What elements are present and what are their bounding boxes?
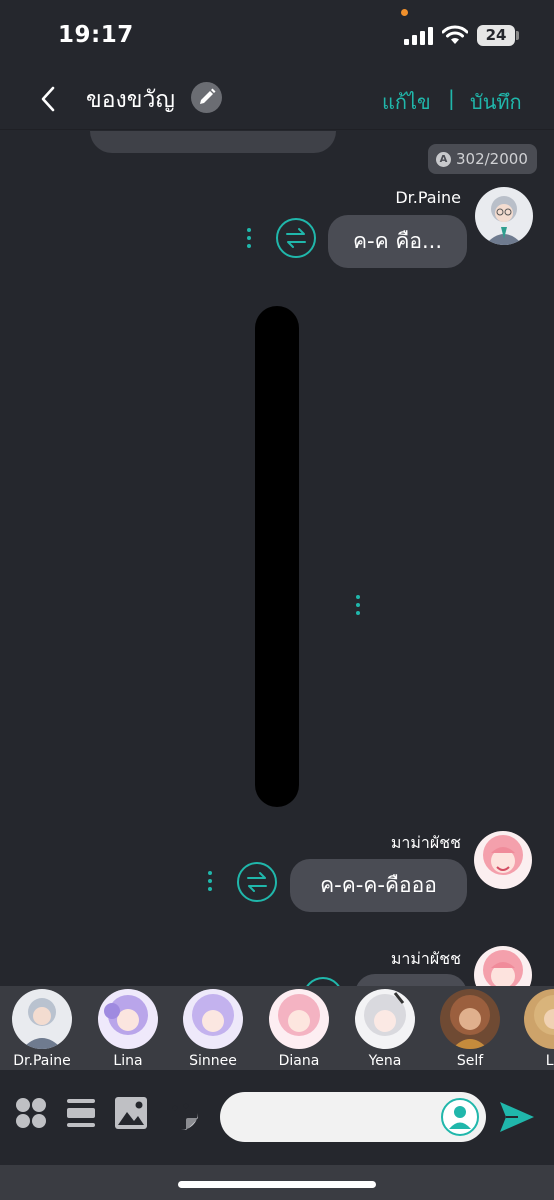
character-avatar [524,989,554,1049]
character-name: Dr.Paine [13,1053,71,1069]
status-time: 19:17 [58,22,134,48]
cellular-signal-icon [404,27,434,45]
message-more-icon[interactable] [244,228,254,252]
character-avatar [98,989,158,1049]
home-indicator[interactable] [178,1181,376,1188]
avatar-dr-paine[interactable] [475,187,533,245]
message-bubble[interactable] [355,974,467,986]
character-avatar [355,989,415,1049]
character-avatar [183,989,243,1049]
privacy-indicator-dot [401,9,408,16]
edit-title-pencil-icon[interactable] [191,82,222,113]
narration-lines-icon[interactable] [64,1096,98,1130]
save-button[interactable]: บันทึก [470,86,522,118]
avatar-mama-phatch[interactable] [474,946,532,986]
character-yena[interactable]: Yena [353,989,417,1069]
character-name: Lina [113,1053,143,1069]
character-name: Diana [278,1053,320,1069]
character-name: Yena [368,1053,402,1069]
message-sender-name: มาม่าผัชช [390,833,461,852]
message-more-icon[interactable] [353,595,363,619]
character-counter-badge: A 302/2000 [428,144,537,174]
persona-avatar-icon[interactable] [441,1098,479,1136]
character-dr-paine[interactable]: Dr.Paine [10,989,74,1069]
battery-tip [516,31,519,40]
character-lina[interactable]: Lina [96,989,160,1069]
message-sender-name: Dr.Paine [395,188,461,207]
character-self[interactable]: Self [438,989,502,1069]
character-name: Sinnee [189,1053,237,1069]
input-bar [0,1070,554,1165]
page-title: ของขวัญ [86,87,176,113]
back-chevron-icon[interactable] [38,84,60,114]
header-separator: | [448,86,455,110]
character-name: Self [456,1053,484,1069]
apps-grid-icon[interactable] [14,1096,48,1130]
sticker-icon[interactable] [162,1094,200,1132]
character-avatar [440,989,500,1049]
character-sinnee[interactable]: Sinnee [181,989,245,1069]
chat-area[interactable]: A 302/2000 Dr.Paine ค-ค คือ... มาม่าผัชช [0,131,554,986]
swap-arrows-icon[interactable] [276,218,316,258]
wifi-icon [442,25,468,44]
avatar-mama-phatch[interactable] [474,831,532,889]
image-icon[interactable] [113,1095,149,1131]
character-selector: Dr.Paine Lina Sinnee Diana Yena Self L [0,986,554,1070]
previous-message-bubble[interactable] [90,131,336,153]
character-avatar [269,989,329,1049]
battery-icon: 24 [477,25,515,46]
redacted-black-bar [255,306,299,807]
message-bubble[interactable]: ค-ค-ค-คือออ [290,859,467,912]
character-lu[interactable]: Lu [522,989,554,1069]
header: ของขวัญ แก้ไข | บันทึก [0,70,554,130]
status-bar: 19:17 24 [0,0,554,70]
counter-a-icon: A [436,151,451,167]
character-name: Lu [545,1053,554,1069]
home-indicator-area [0,1165,554,1200]
message-more-icon[interactable] [205,871,215,895]
message-sender-name: มาม่าผัชช [390,949,461,968]
swap-arrows-icon[interactable] [303,977,343,986]
send-icon[interactable] [498,1100,536,1134]
character-diana[interactable]: Diana [267,989,331,1069]
character-avatar [12,989,72,1049]
character-counter-text: 302/2000 [456,150,528,168]
message-bubble[interactable]: ค-ค คือ... [328,215,467,268]
edit-button[interactable]: แก้ไข [382,86,431,118]
swap-arrows-icon[interactable] [237,862,277,902]
